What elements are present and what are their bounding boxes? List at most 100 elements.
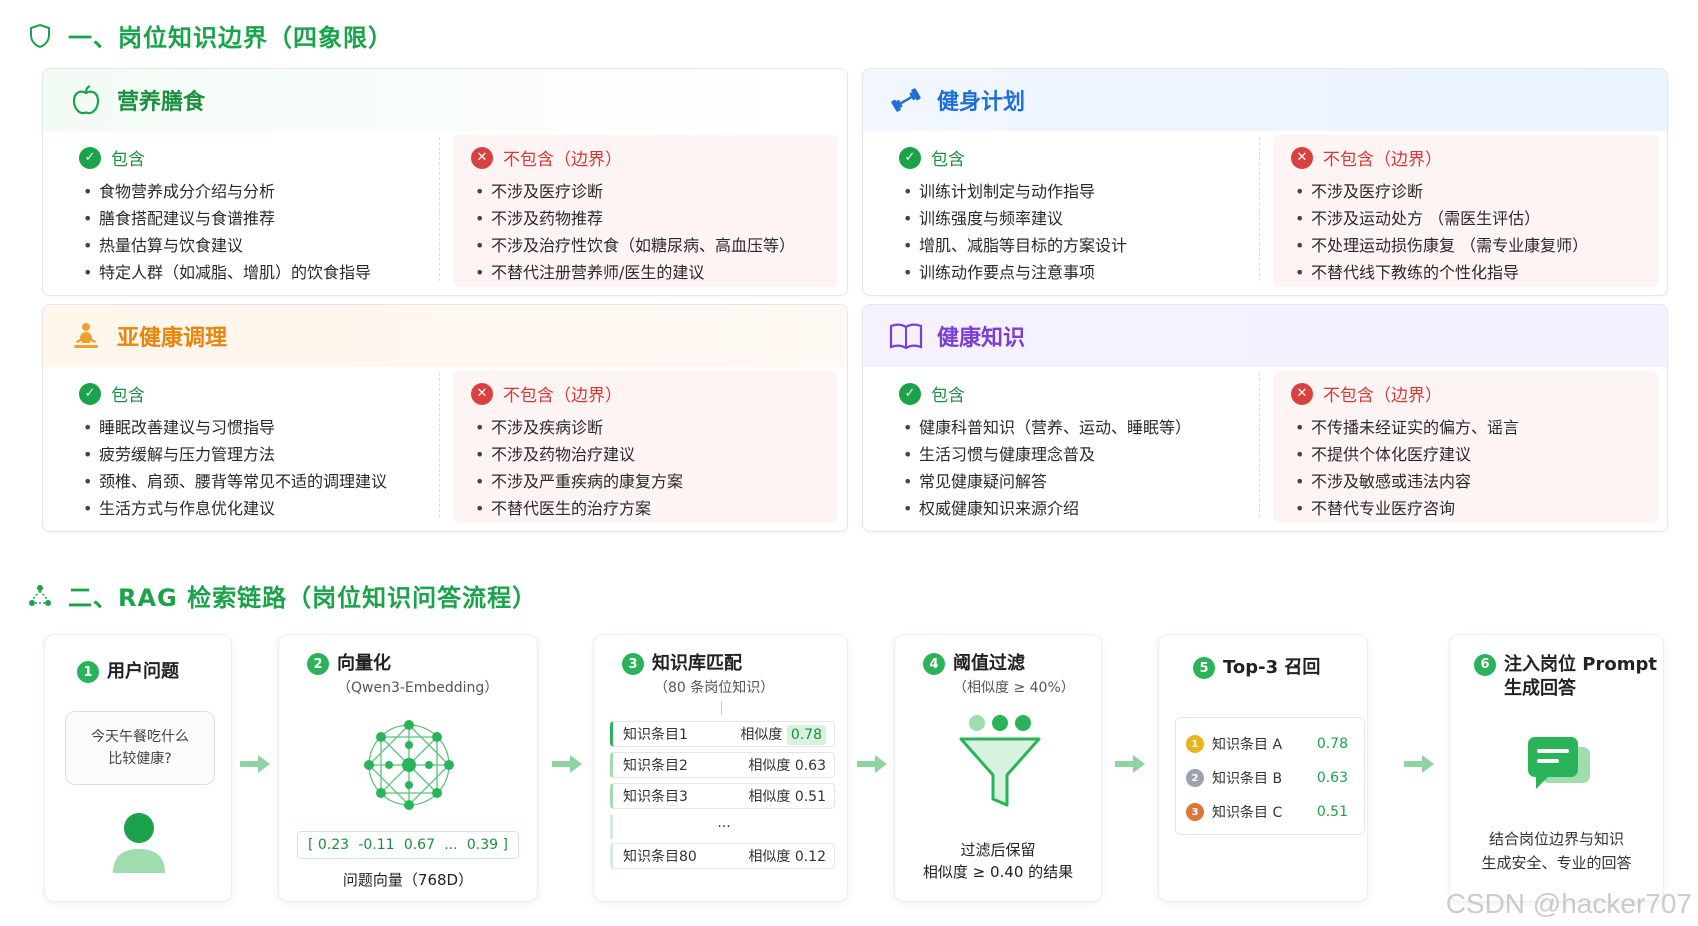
check-icon: ✓ [79,382,101,405]
kb-ellipsis: ... [610,815,835,839]
final-answer-line: 生成安全、专业的回答 [1481,854,1632,872]
list-item: 不替代线下教练的个性化指导 [1291,259,1640,286]
watermark: CSDN @hacker707 [1445,888,1692,919]
include-column: ✓包含 训练计划制定与动作指导 训练强度与频率建议 增肌、减脂等目标的方案设计 … [881,135,1266,287]
vector-label: 问题向量（768D） [342,871,474,889]
recall-item: 1 知识条目 A 0.78 [1186,732,1348,756]
step-number: 2 [307,653,329,675]
kb-row: 知识条目1 相似度 0.78 [610,721,835,747]
question-line: 比较健康? [108,751,172,767]
step-title-text: 知识库匹配 [652,653,742,674]
arrow-icon [1404,755,1434,773]
check-icon: ✓ [899,382,921,405]
list-item: 健康科普知识（营养、运动、睡眠等） [899,414,1248,441]
filter-result-line: 过滤后保留 [960,841,1036,859]
list-item: 增肌、减脂等目标的方案设计 [899,232,1248,259]
step-number: 3 [622,653,644,675]
step-title: 5 Top-3 召回 [1193,653,1320,679]
cross-icon: ✕ [1291,146,1313,169]
section2-title-text: 二、RAG 检索链路（岗位知识问答流程） [68,584,538,612]
kb-row-sim: 0.51 [794,789,826,805]
recall-item-name: 知识条目 C [1212,805,1283,821]
list-item: 不涉及严重疾病的康复方案 [471,468,820,495]
list-item: 生活方式与作息优化建议 [79,495,428,522]
arrow-icon [552,755,582,773]
list-item: 不涉及药物推荐 [471,205,820,232]
gold-medal-icon: 1 [1186,735,1204,753]
include-column: ✓ 包含 食物营养成分介绍与分析 膳食搭配建议与食谱推荐 热量估算与饮食建议 特定… [61,135,446,287]
list-item: 不替代注册营养师/医生的建议 [471,259,820,286]
quadrant-header: 健康知识 [863,305,1667,367]
include-column: ✓ 包含 健康科普知识（营养、运动、睡眠等） 生活习惯与健康理念普及 常见健康疑问… [881,371,1266,523]
meditation-icon [69,319,103,353]
kb-row-sim-label: 相似度 [748,849,791,865]
list-item: 膳食搭配建议与食谱推荐 [79,205,428,232]
recall-results: 1 知识条目 A 0.78 2 知识条目 B 0.63 3 知识条目 C 0.5… [1175,717,1365,835]
arrow-icon [240,755,270,773]
list-item: 不涉及运动处方 （需医生评估） [1291,205,1640,232]
step-subtitle: （80 条岗位知识） [654,680,775,696]
list-item: 不涉及疾病诊断 [471,414,820,441]
arrow-icon [1115,755,1145,773]
vector-value: 0.67 [403,837,435,853]
question-bubble: 今天午餐吃什么 比较健康? [65,711,215,785]
recall-item-score: 0.63 [1316,770,1348,786]
cross-icon: ✕ [471,146,493,169]
quadrant-title: 亚健康调理 [117,326,228,351]
step-title-text: 生成回答 [1504,678,1576,699]
quadrant-subhealth: 亚健康调理 ✓ 包含 睡眠改善建议与习惯指导 疲劳缓解与压力管理方法 颈椎、肩颈、… [42,304,848,532]
exclude-column: ✕ 不包含（边界） 不涉及医疗诊断 不涉及运动处方 （需医生评估） 不处理运动损伤… [1259,135,1658,287]
include-label: 包含 [111,150,145,170]
check-icon: ✓ [899,146,921,169]
step-title: 1 用户问题 [77,657,179,683]
quadrant-header: 亚健康调理 [43,305,847,367]
exclude-column: ✕ 不包含（边界） 不传播未经证实的偏方、谣言 不提供个体化医疗建议 不涉及敏感或… [1259,371,1658,523]
step-title: 6 注入岗位 Prompt 生成回答 [1474,653,1657,701]
arrow-icon [857,755,887,773]
recall-item-score: 0.51 [1316,804,1348,820]
shield-icon [26,22,54,50]
list-item: 生活习惯与健康理念普及 [899,441,1248,468]
vector-value: 0.39 ] [466,837,508,853]
include-label: 包含 [931,386,965,406]
book-icon [889,319,923,353]
recall-item-name: 知识条目 A [1212,737,1283,753]
quadrant-health-knowledge: 健康知识 ✓ 包含 健康科普知识（营养、运动、睡眠等） 生活习惯与健康理念普及 常… [862,304,1668,532]
step-title-text: 用户问题 [107,661,179,682]
step-subtitle: （相似度 ≥ 40%） [953,680,1075,696]
quadrant-header: 健身计划 [863,69,1667,131]
exclude-label: 不包含（边界） [1323,386,1442,406]
step-vectorize: 2 向量化 （Qwen3-Embedding） [ 0.23 -0.11 0.67… [278,634,538,902]
kb-row-name: 知识条目80 [623,849,697,865]
quadrant-title: 健身计划 [937,90,1026,115]
list-item: 颈椎、肩颈、腰背等常见不适的调理建议 [79,468,428,495]
list-item: 不提供个体化医疗建议 [1291,441,1640,468]
exclude-column: ✕ 不包含（边界） 不涉及医疗诊断 不涉及药物推荐 不涉及治疗性饮食（如糖尿病、高… [439,135,838,287]
list-item: 不涉及医疗诊断 [471,178,820,205]
apple-icon [69,83,103,117]
vector-value: -0.11 [358,837,395,853]
step-number: 1 [77,661,99,683]
dumbbell-icon [889,83,923,117]
filter-result-line: 相似度 ≥ 0.40 的结果 [922,863,1074,881]
embedding-network-icon [364,720,454,810]
exclude-column: ✕不包含（边界） 不涉及疾病诊断 不涉及药物治疗建议 不涉及严重疾病的康复方案 … [439,371,838,523]
kb-row-name: 知识条目2 [623,758,688,774]
question-line: 今天午餐吃什么 [91,729,189,745]
recall-item: 3 知识条目 C 0.51 [1186,800,1348,824]
kb-row: 知识条目80 相似度 0.12 [610,843,835,869]
kb-row-sim-label: 相似度 [740,727,783,743]
quadrant-title: 健康知识 [937,326,1026,351]
exclude-label: 不包含（边界） [503,386,622,406]
list-item: 训练计划制定与动作指导 [899,178,1248,205]
final-answer-line: 结合岗位边界与知识 [1488,830,1624,848]
cross-icon: ✕ [1291,382,1313,405]
list-item: 不处理运动损伤康复 （需专业康复师） [1291,232,1640,259]
step-title-text: Top-3 召回 [1223,657,1321,678]
kb-row-sim-label: 相似度 [748,758,791,774]
list-item: 特定人群（如减脂、增肌）的饮食指导 [79,259,428,286]
final-answer-desc: 结合岗位边界与知识 生成安全、专业的回答 [1450,827,1663,875]
section1-title: 一、岗位知识边界（四象限） [26,18,393,53]
vector-value: [ 0.23 [308,837,350,853]
step-number: 5 [1193,657,1215,679]
